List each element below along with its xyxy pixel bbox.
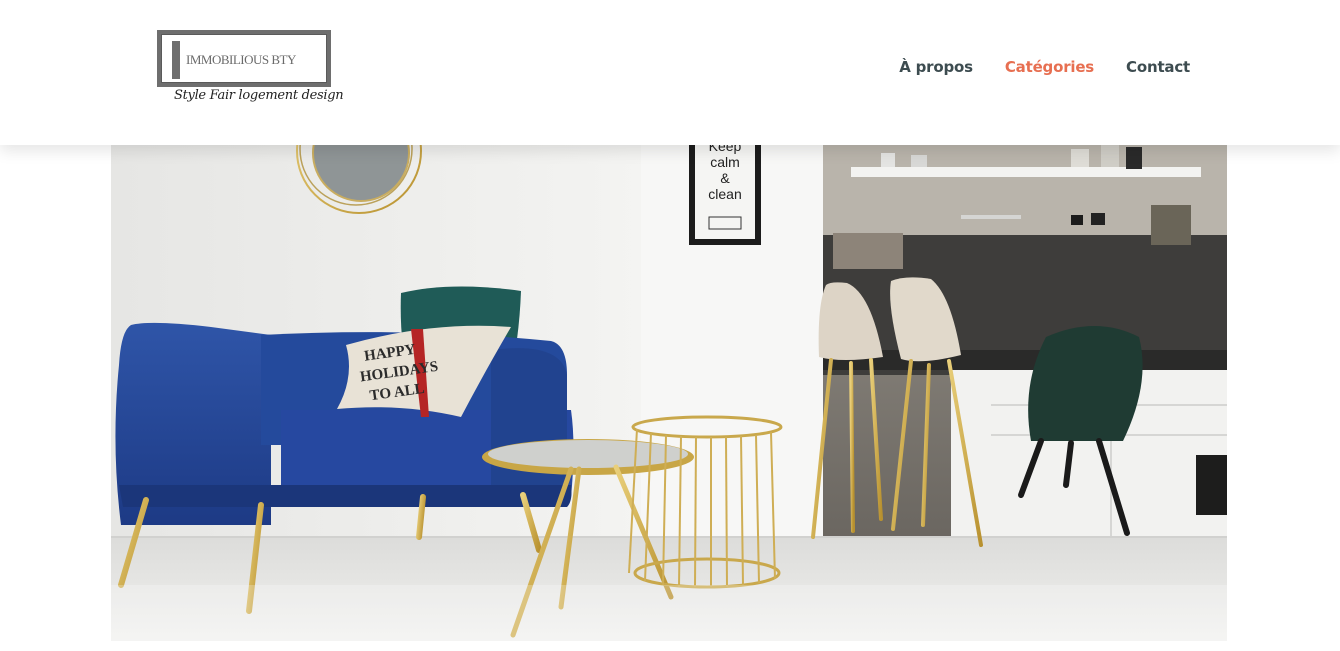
living-room-photo: Keep calm & clean HAPPY HOLIDAYS TO ALL [111, 145, 1227, 641]
logo-tagline: Style Fair logement design [174, 88, 344, 103]
logo-bar [172, 41, 180, 79]
site-logo[interactable]: IMMOBILIOUS BTY Style Fair logement desi… [157, 30, 344, 116]
logo-frame: IMMOBILIOUS BTY [157, 30, 331, 87]
logo-title: IMMOBILIOUS BTY [186, 52, 296, 67]
poster-text-1: Keep [709, 145, 742, 154]
site-header: IMMOBILIOUS BTY Style Fair logement desi… [0, 0, 1340, 145]
logo-inner: IMMOBILIOUS BTY [161, 34, 327, 83]
nav-item-categories[interactable]: Catégories [1005, 58, 1094, 76]
main-nav: À propos Catégories Contact [899, 58, 1190, 76]
poster-text-2: calm [710, 154, 740, 170]
hero-image: Keep calm & clean HAPPY HOLIDAYS TO ALL [111, 145, 1227, 641]
nav-item-contact[interactable]: Contact [1126, 58, 1190, 76]
nav-item-about[interactable]: À propos [899, 58, 973, 76]
poster-text-4: clean [708, 186, 741, 202]
poster-text-3: & [720, 170, 730, 186]
